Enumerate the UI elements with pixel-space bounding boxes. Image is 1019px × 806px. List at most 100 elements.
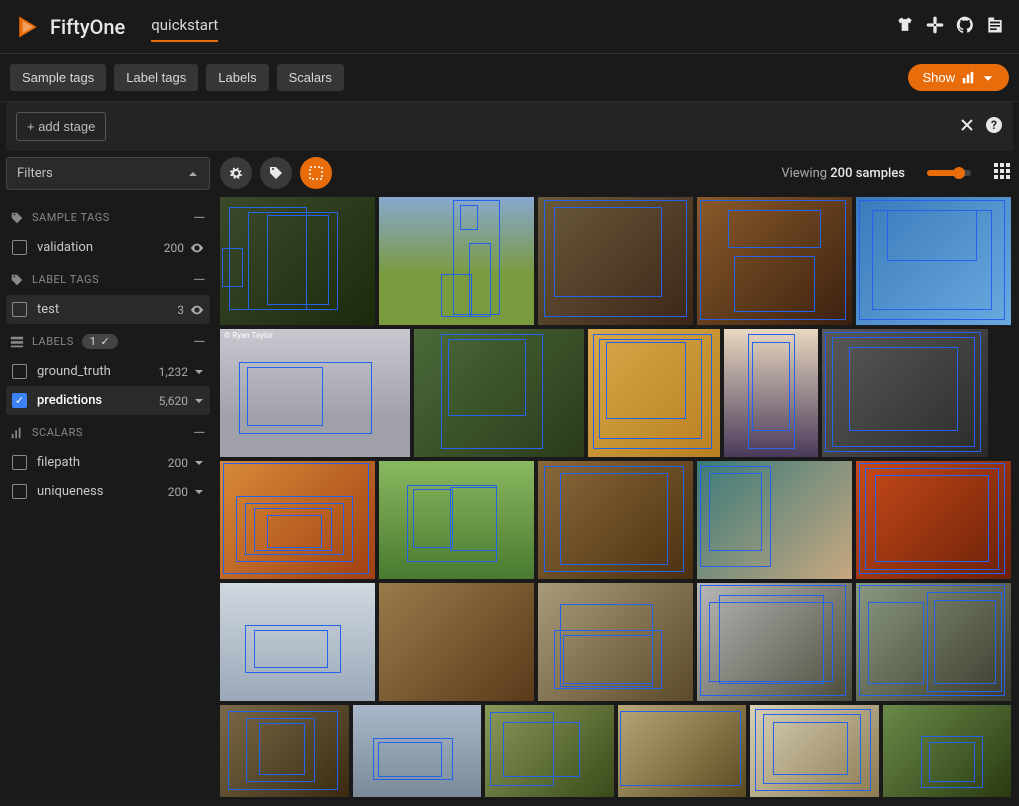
section-labels[interactable]: LABELS 1 ✓ — bbox=[6, 324, 210, 357]
github-icon[interactable] bbox=[955, 15, 975, 39]
caret-down-icon[interactable] bbox=[194, 458, 204, 468]
settings-button[interactable] bbox=[220, 157, 252, 189]
sample-thumbnail[interactable] bbox=[538, 583, 693, 701]
sample-thumbnail[interactable] bbox=[538, 461, 693, 579]
eye-icon[interactable] bbox=[190, 303, 204, 317]
svg-text:?: ? bbox=[991, 118, 997, 132]
field-ground-truth[interactable]: ground_truth 1,232 bbox=[6, 357, 210, 386]
collapse-icon[interactable]: — bbox=[193, 208, 206, 227]
field-label: filepath bbox=[37, 455, 168, 470]
field-filepath[interactable]: filepath 200 bbox=[6, 448, 210, 477]
sample-thumbnail[interactable] bbox=[856, 461, 1011, 579]
section-title: SAMPLE TAGS bbox=[32, 211, 110, 224]
slack-icon[interactable] bbox=[925, 15, 945, 39]
field-uniqueness[interactable]: uniqueness 200 bbox=[6, 477, 210, 506]
section-sample-tags[interactable]: SAMPLE TAGS — bbox=[6, 200, 210, 233]
field-label: uniqueness bbox=[37, 484, 168, 499]
section-title: LABEL TAGS bbox=[32, 273, 99, 286]
sample-thumbnail[interactable] bbox=[379, 461, 534, 579]
logo[interactable]: FiftyOne bbox=[14, 13, 125, 41]
checkbox[interactable] bbox=[12, 364, 27, 379]
section-scalars[interactable]: SCALARS — bbox=[6, 415, 210, 448]
sample-thumbnail[interactable] bbox=[883, 705, 1012, 797]
help-icon[interactable]: ? bbox=[985, 116, 1003, 138]
caret-down-icon[interactable] bbox=[194, 487, 204, 497]
sample-thumbnail[interactable] bbox=[618, 705, 747, 797]
collapse-icon[interactable]: — bbox=[193, 270, 206, 289]
checkbox[interactable] bbox=[12, 455, 27, 470]
field-validation[interactable]: validation 200 bbox=[6, 233, 210, 262]
tag-label-tags[interactable]: Label tags bbox=[114, 64, 198, 91]
dataset-selector[interactable]: quickstart bbox=[151, 12, 218, 42]
stage-bar: + add stage ? bbox=[6, 102, 1013, 151]
scalars-icon bbox=[10, 426, 24, 440]
field-predictions[interactable]: predictions 5,620 bbox=[6, 386, 210, 415]
collapse-icon[interactable]: — bbox=[193, 332, 206, 351]
add-stage-button[interactable]: + add stage bbox=[16, 112, 106, 141]
caret-down-icon[interactable] bbox=[194, 367, 204, 377]
filters-dropdown[interactable]: Filters bbox=[6, 157, 210, 190]
eye-icon[interactable] bbox=[190, 241, 204, 255]
field-count: 1,232 bbox=[159, 365, 188, 379]
sample-thumbnail[interactable] bbox=[379, 583, 534, 701]
field-count: 200 bbox=[168, 456, 188, 470]
sample-thumbnail[interactable] bbox=[220, 583, 375, 701]
filter-count-pill: 1 ✓ bbox=[82, 334, 118, 349]
zoom-slider[interactable] bbox=[927, 170, 971, 176]
field-label: test bbox=[37, 302, 177, 317]
sample-thumbnail[interactable] bbox=[353, 705, 482, 797]
sample-thumbnail[interactable] bbox=[538, 197, 693, 325]
sample-thumbnail[interactable] bbox=[697, 583, 852, 701]
sample-thumbnail[interactable]: © Ryan Taylor bbox=[220, 329, 410, 457]
sample-thumbnail[interactable] bbox=[856, 197, 1011, 325]
image-credit: © Ryan Taylor bbox=[224, 331, 273, 340]
close-icon[interactable] bbox=[959, 117, 975, 137]
tag-icon bbox=[10, 273, 24, 287]
sample-thumbnail[interactable] bbox=[697, 197, 852, 325]
field-label: validation bbox=[37, 240, 164, 255]
checkbox[interactable] bbox=[12, 302, 27, 317]
collapse-icon[interactable]: — bbox=[193, 423, 206, 442]
caret-down-icon[interactable] bbox=[194, 396, 204, 406]
show-button[interactable]: Show bbox=[908, 64, 1009, 91]
tag-labels[interactable]: Labels bbox=[206, 64, 268, 91]
sample-thumbnail[interactable] bbox=[220, 197, 375, 325]
section-title: SCALARS bbox=[32, 426, 83, 439]
section-title: LABELS bbox=[32, 335, 74, 348]
sample-thumbnail[interactable] bbox=[379, 197, 534, 325]
sample-thumbnail[interactable] bbox=[220, 461, 375, 579]
field-count: 200 bbox=[168, 485, 188, 499]
checkbox-checked[interactable] bbox=[12, 393, 27, 408]
patches-button[interactable] bbox=[300, 157, 332, 189]
sample-thumbnail[interactable] bbox=[697, 461, 852, 579]
sample-thumbnail[interactable] bbox=[588, 329, 720, 457]
app-header: FiftyOne quickstart bbox=[0, 0, 1019, 54]
sample-thumbnail[interactable] bbox=[485, 705, 614, 797]
field-count: 200 bbox=[164, 241, 184, 255]
sample-grid[interactable]: © Ryan Taylor bbox=[220, 197, 1011, 797]
sample-thumbnail[interactable] bbox=[414, 329, 584, 457]
sample-thumbnail[interactable] bbox=[724, 329, 818, 457]
sample-thumbnail[interactable] bbox=[750, 705, 879, 797]
slider-thumb[interactable] bbox=[953, 167, 965, 179]
sample-thumbnail[interactable] bbox=[822, 329, 988, 457]
tag-button[interactable] bbox=[260, 157, 292, 189]
field-label: ground_truth bbox=[37, 364, 159, 379]
grid-view-icon[interactable] bbox=[993, 162, 1011, 184]
labels-icon bbox=[10, 335, 24, 349]
field-label: predictions bbox=[37, 393, 159, 408]
docs-icon[interactable] bbox=[985, 15, 1005, 39]
sample-thumbnail[interactable] bbox=[220, 705, 349, 797]
filters-label: Filters bbox=[17, 166, 187, 181]
sidebar: Filters SAMPLE TAGS — validation 200 LAB… bbox=[0, 157, 216, 805]
field-test[interactable]: test 3 bbox=[6, 295, 210, 324]
tshirt-icon[interactable] bbox=[895, 15, 915, 39]
checkbox[interactable] bbox=[12, 240, 27, 255]
viewing-status: Viewing 200 samples bbox=[781, 166, 905, 181]
checkbox[interactable] bbox=[12, 484, 27, 499]
tag-sample-tags[interactable]: Sample tags bbox=[10, 64, 106, 91]
section-label-tags[interactable]: LABEL TAGS — bbox=[6, 262, 210, 295]
tag-scalars[interactable]: Scalars bbox=[277, 64, 344, 91]
sample-thumbnail[interactable] bbox=[856, 583, 1011, 701]
content-area: Filters SAMPLE TAGS — validation 200 LAB… bbox=[0, 157, 1019, 805]
